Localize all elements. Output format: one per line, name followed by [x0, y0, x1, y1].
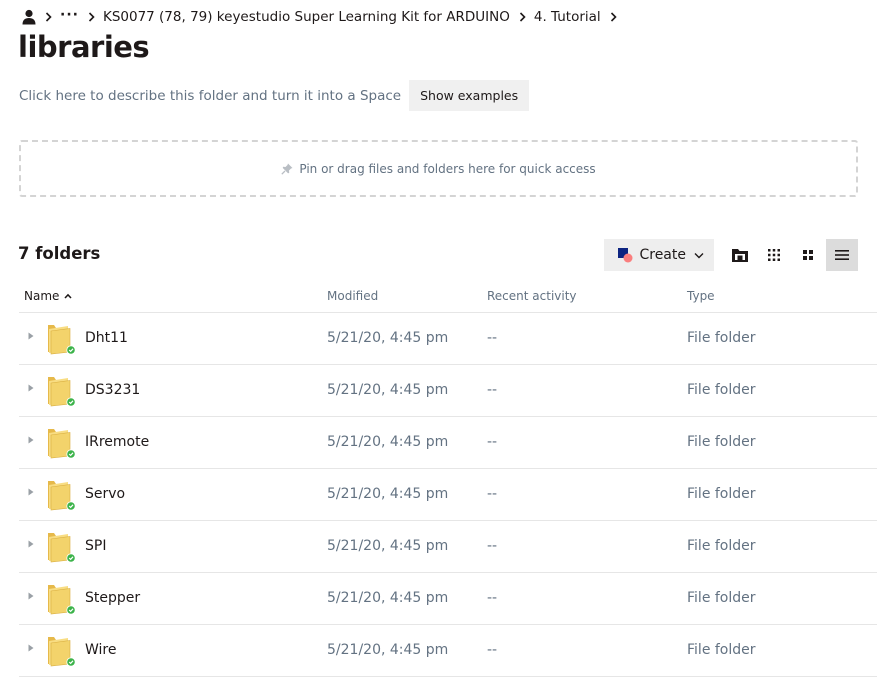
row-modified: 5/21/20, 4:45 pm	[327, 590, 449, 606]
row-modified: 5/21/20, 4:45 pm	[327, 330, 449, 346]
table-row[interactable]: IRremote 5/21/20, 4:45 pm -- File folder	[19, 417, 877, 469]
list-view-icon[interactable]	[826, 239, 858, 271]
column-header-type[interactable]: Type	[687, 289, 715, 303]
table-row[interactable]: Dht11 5/21/20, 4:45 pm -- File folder	[19, 313, 877, 365]
row-recent-activity: --	[487, 486, 498, 502]
create-button-label: Create	[639, 247, 686, 263]
row-modified: 5/21/20, 4:45 pm	[327, 434, 449, 450]
row-type: File folder	[687, 330, 756, 346]
row-name[interactable]: Wire	[85, 642, 117, 658]
table-body: Dht11 5/21/20, 4:45 pm -- File folder DS…	[19, 313, 877, 677]
row-modified: 5/21/20, 4:45 pm	[327, 486, 449, 502]
expand-arrow-icon[interactable]	[28, 488, 34, 496]
chevron-right-icon	[610, 12, 617, 22]
pin-drop-zone[interactable]: Pin or drag files and folders here for q…	[19, 140, 858, 197]
expand-arrow-icon[interactable]	[28, 332, 34, 340]
table-header: Name Modified Recent activity Type	[19, 280, 877, 313]
chevron-right-icon	[88, 12, 95, 22]
row-modified: 5/21/20, 4:45 pm	[327, 642, 449, 658]
row-name[interactable]: Dht11	[85, 330, 128, 346]
folder-icon	[46, 633, 78, 669]
row-name[interactable]: SPI	[85, 538, 106, 554]
row-modified: 5/21/20, 4:45 pm	[327, 382, 449, 398]
breadcrumb: ··· KS0077 (78, 79) keyestudio Super Lea…	[22, 6, 625, 28]
breadcrumb-item-kit[interactable]: KS0077 (78, 79) keyestudio Super Learnin…	[103, 9, 510, 25]
column-header-recent-activity[interactable]: Recent activity	[487, 289, 577, 303]
chevron-right-icon	[45, 12, 52, 22]
row-name[interactable]: Stepper	[85, 590, 140, 606]
create-button[interactable]: Create	[604, 239, 714, 271]
row-type: File folder	[687, 590, 756, 606]
describe-row: Click here to describe this folder and t…	[19, 80, 530, 111]
expand-arrow-icon[interactable]	[28, 436, 34, 444]
grid-large-icon[interactable]	[792, 239, 824, 271]
column-header-modified[interactable]: Modified	[327, 289, 378, 303]
table-row[interactable]: Servo 5/21/20, 4:45 pm -- File folder	[19, 469, 877, 521]
expand-arrow-icon[interactable]	[28, 540, 34, 548]
sort-ascending-icon	[64, 293, 72, 299]
folder-icon	[46, 425, 78, 461]
row-recent-activity: --	[487, 330, 498, 346]
table-row[interactable]: Stepper 5/21/20, 4:45 pm -- File folder	[19, 573, 877, 625]
row-type: File folder	[687, 538, 756, 554]
toolbar: Create	[604, 239, 858, 271]
column-header-name-label: Name	[24, 289, 60, 303]
folder-count: 7 folders	[18, 244, 101, 263]
table-row[interactable]: DS3231 5/21/20, 4:45 pm -- File folder	[19, 365, 877, 417]
row-recent-activity: --	[487, 382, 498, 398]
expand-arrow-icon[interactable]	[28, 384, 34, 392]
folder-icon	[46, 529, 78, 565]
row-type: File folder	[687, 642, 756, 658]
folder-icon	[46, 581, 78, 617]
row-recent-activity: --	[487, 642, 498, 658]
folder-icon	[46, 477, 78, 513]
row-recent-activity: --	[487, 590, 498, 606]
file-browser-page: ··· KS0077 (78, 79) keyestudio Super Lea…	[0, 0, 889, 700]
row-name[interactable]: DS3231	[85, 382, 140, 398]
create-logo-icon	[618, 247, 633, 263]
folder-icon	[46, 373, 78, 409]
chevron-down-icon	[694, 252, 704, 259]
describe-folder-link[interactable]: Click here to describe this folder and t…	[19, 88, 401, 104]
pin-instructions: Pin or drag files and folders here for q…	[299, 161, 596, 176]
row-type: File folder	[687, 434, 756, 450]
row-type: File folder	[687, 382, 756, 398]
expand-arrow-icon[interactable]	[28, 592, 34, 600]
chevron-right-icon	[519, 12, 526, 22]
folder-icon	[46, 321, 78, 357]
page-title: libraries	[18, 30, 150, 64]
new-folder-icon[interactable]	[724, 239, 756, 271]
row-modified: 5/21/20, 4:45 pm	[327, 538, 449, 554]
breadcrumb-item-tutorial[interactable]: 4. Tutorial	[534, 9, 601, 25]
row-recent-activity: --	[487, 538, 498, 554]
column-header-name[interactable]: Name	[24, 289, 72, 303]
person-icon[interactable]	[22, 9, 36, 25]
breadcrumb-more-button[interactable]: ···	[60, 8, 79, 22]
table-row[interactable]: SPI 5/21/20, 4:45 pm -- File folder	[19, 521, 877, 573]
table-row[interactable]: Wire 5/21/20, 4:45 pm -- File folder	[19, 625, 877, 677]
row-recent-activity: --	[487, 434, 498, 450]
row-name[interactable]: Servo	[85, 486, 125, 502]
expand-arrow-icon[interactable]	[28, 644, 34, 652]
row-type: File folder	[687, 486, 756, 502]
show-examples-button[interactable]: Show examples	[409, 80, 530, 111]
file-table: Name Modified Recent activity Type Dht11…	[19, 280, 877, 677]
row-name[interactable]: IRremote	[85, 434, 149, 450]
pin-icon	[281, 163, 293, 175]
grid-small-icon[interactable]	[758, 239, 790, 271]
